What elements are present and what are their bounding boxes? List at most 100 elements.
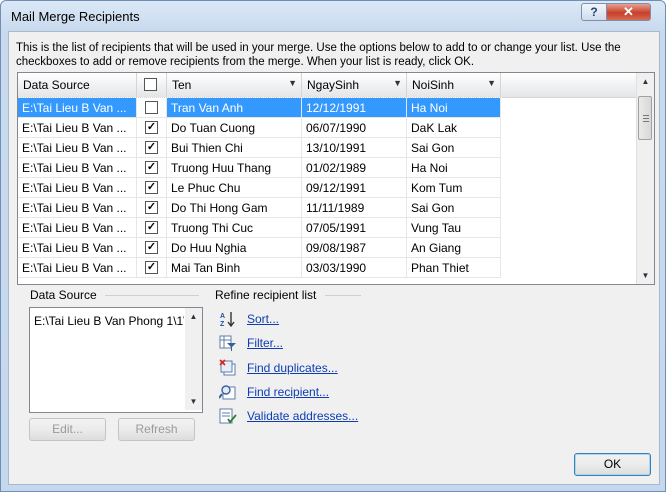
table-row[interactable]: E:\Tai Lieu B Van ... ✓ Do Tuan Cuong 06…	[18, 118, 501, 138]
cell-ten: Tran Van Anh	[167, 98, 302, 118]
mail-merge-recipients-window: Mail Merge Recipients ? ✕ This is the li…	[0, 0, 666, 492]
svg-text:A: A	[220, 313, 225, 320]
cell-ten: Bui Thien Chi	[167, 138, 302, 158]
filter-link[interactable]: Filter...	[247, 336, 283, 350]
data-source-label: Data Source	[30, 288, 97, 302]
validate-icon	[219, 407, 237, 425]
cell-data-source: E:\Tai Lieu B Van ...	[18, 198, 137, 218]
duplicates-icon	[219, 359, 237, 377]
cell-noisinh: Vung Tau	[407, 218, 501, 238]
cell-ten: Do Huu Nghia	[167, 238, 302, 258]
table-row[interactable]: E:\Tai Lieu B Van ... ✓ Truong Thi Cuc 0…	[18, 218, 501, 238]
column-header-label: NgaySinh	[307, 78, 360, 92]
cell-ngaysinh: 09/12/1991	[302, 178, 407, 198]
table-row[interactable]: E:\Tai Lieu B Van ... ✓ Truong Huu Thang…	[18, 158, 501, 178]
select-all-checkbox[interactable]	[144, 78, 157, 91]
cell-noisinh: An Giang	[407, 238, 501, 258]
svg-text:Z: Z	[220, 321, 225, 328]
sort-link[interactable]: Sort...	[247, 312, 279, 326]
row-checkbox[interactable]: ✓	[145, 241, 158, 254]
scroll-up-arrow-icon[interactable]: ▲	[637, 73, 654, 90]
recipients-table: Data Source Ten ▼ NgaySinh ▼ NoiSinh ▼ E…	[17, 72, 655, 285]
table-row[interactable]: E:\Tai Lieu B Van ... ✓ Tran Van Anh 12/…	[18, 97, 502, 119]
cell-ten: Do Thi Hong Gam	[167, 198, 302, 218]
cell-ngaysinh: 01/02/1989	[302, 158, 407, 178]
divider	[325, 295, 361, 296]
cell-noisinh: Ha Noi	[407, 98, 501, 118]
cell-ngaysinh: 11/11/1989	[302, 198, 407, 218]
data-source-scrollbar[interactable]: ▲ ▼	[185, 308, 202, 410]
row-checkbox[interactable]: ✓	[145, 261, 158, 274]
cell-ngaysinh: 03/03/1990	[302, 258, 407, 278]
cell-data-source: E:\Tai Lieu B Van ...	[18, 138, 137, 158]
cell-ngaysinh: 09/08/1987	[302, 238, 407, 258]
cell-ten: Truong Thi Cuc	[167, 218, 302, 238]
cell-ngaysinh: 07/05/1991	[302, 218, 407, 238]
chevron-down-icon[interactable]: ▼	[288, 78, 297, 88]
table-row[interactable]: E:\Tai Lieu B Van ... ✓ Bui Thien Chi 13…	[18, 138, 501, 158]
data-source-list[interactable]: E:\Tai Lieu B Van Phong 1\1\W ▲ ▼	[29, 307, 203, 413]
validate-addresses-link[interactable]: Validate addresses...	[247, 409, 358, 423]
cell-data-source: E:\Tai Lieu B Van ...	[18, 178, 137, 198]
find-recipient-icon	[218, 383, 237, 401]
ok-button[interactable]: OK	[574, 453, 651, 476]
refresh-button[interactable]: Refresh	[118, 418, 195, 441]
column-header-data-source[interactable]: Data Source	[18, 73, 137, 97]
column-header-ngaysinh[interactable]: NgaySinh ▼	[302, 73, 407, 97]
cell-noisinh: Phan Thiet	[407, 258, 501, 278]
cell-data-source: E:\Tai Lieu B Van ...	[18, 158, 137, 178]
edit-button[interactable]: Edit...	[29, 418, 106, 441]
find-duplicates-link[interactable]: Find duplicates...	[247, 361, 338, 375]
table-header: Data Source Ten ▼ NgaySinh ▼ NoiSinh ▼	[18, 73, 637, 98]
scrollbar-thumb[interactable]	[638, 96, 652, 140]
cell-ngaysinh: 12/12/1991	[302, 98, 407, 118]
cell-noisinh: Sai Gon	[407, 138, 501, 158]
table-row[interactable]: E:\Tai Lieu B Van ... ✓ Le Phuc Chu 09/1…	[18, 178, 501, 198]
row-checkbox[interactable]: ✓	[145, 161, 158, 174]
column-header-ten[interactable]: Ten ▼	[167, 73, 302, 97]
cell-data-source: E:\Tai Lieu B Van ...	[18, 238, 137, 258]
divider	[105, 295, 199, 296]
scroll-down-arrow-icon[interactable]: ▼	[185, 393, 202, 410]
cell-ngaysinh: 06/07/1990	[302, 118, 407, 138]
cell-ten: Truong Huu Thang	[167, 158, 302, 178]
table-row[interactable]: E:\Tai Lieu B Van ... ✓ Mai Tan Binh 03/…	[18, 258, 501, 278]
cell-noisinh: Sai Gon	[407, 198, 501, 218]
row-checkbox[interactable]: ✓	[145, 101, 158, 114]
row-checkbox[interactable]: ✓	[145, 141, 158, 154]
close-button[interactable]: ✕	[606, 3, 651, 21]
sort-az-icon: AZ	[219, 310, 237, 328]
cell-data-source: E:\Tai Lieu B Van ...	[18, 118, 137, 138]
column-header-label: NoiSinh	[412, 78, 455, 92]
scroll-down-arrow-icon[interactable]: ▼	[637, 267, 654, 284]
scroll-up-arrow-icon[interactable]: ▲	[185, 308, 202, 325]
column-header-label: Ten	[172, 78, 192, 92]
row-checkbox[interactable]: ✓	[145, 221, 158, 234]
row-checkbox[interactable]: ✓	[145, 121, 158, 134]
cell-noisinh: Kom Tum	[407, 178, 501, 198]
cell-noisinh: DaK Lak	[407, 118, 501, 138]
table-row[interactable]: E:\Tai Lieu B Van ... ✓ Do Huu Nghia 09/…	[18, 238, 501, 258]
help-button[interactable]: ?	[581, 3, 607, 21]
column-header-noisinh[interactable]: NoiSinh ▼	[407, 73, 501, 97]
cell-ten: Do Tuan Cuong	[167, 118, 302, 138]
chevron-down-icon[interactable]: ▼	[487, 78, 496, 88]
row-checkbox[interactable]: ✓	[145, 181, 158, 194]
cell-noisinh: Ha Noi	[407, 158, 501, 178]
refine-list-label: Refine recipient list	[215, 288, 317, 302]
row-checkbox[interactable]: ✓	[145, 201, 158, 214]
table-row[interactable]: E:\Tai Lieu B Van ... ✓ Do Thi Hong Gam …	[18, 198, 501, 218]
cell-data-source: E:\Tai Lieu B Van ...	[18, 218, 137, 238]
cell-ngaysinh: 13/10/1991	[302, 138, 407, 158]
column-header-label: Data Source	[23, 78, 90, 92]
dialog-client-area: This is the list of recipients that will…	[8, 31, 660, 485]
table-vertical-scrollbar[interactable]: ▲ ▼	[636, 73, 654, 284]
find-recipient-link[interactable]: Find recipient...	[247, 385, 329, 399]
data-source-item[interactable]: E:\Tai Lieu B Van Phong 1\1\W	[34, 314, 184, 328]
column-header-select-all[interactable]	[137, 73, 167, 97]
window-title: Mail Merge Recipients	[11, 9, 140, 24]
chevron-down-icon[interactable]: ▼	[393, 78, 402, 88]
title-bar: Mail Merge Recipients ? ✕	[1, 1, 665, 31]
cell-ten: Le Phuc Chu	[167, 178, 302, 198]
filter-icon	[219, 334, 237, 352]
